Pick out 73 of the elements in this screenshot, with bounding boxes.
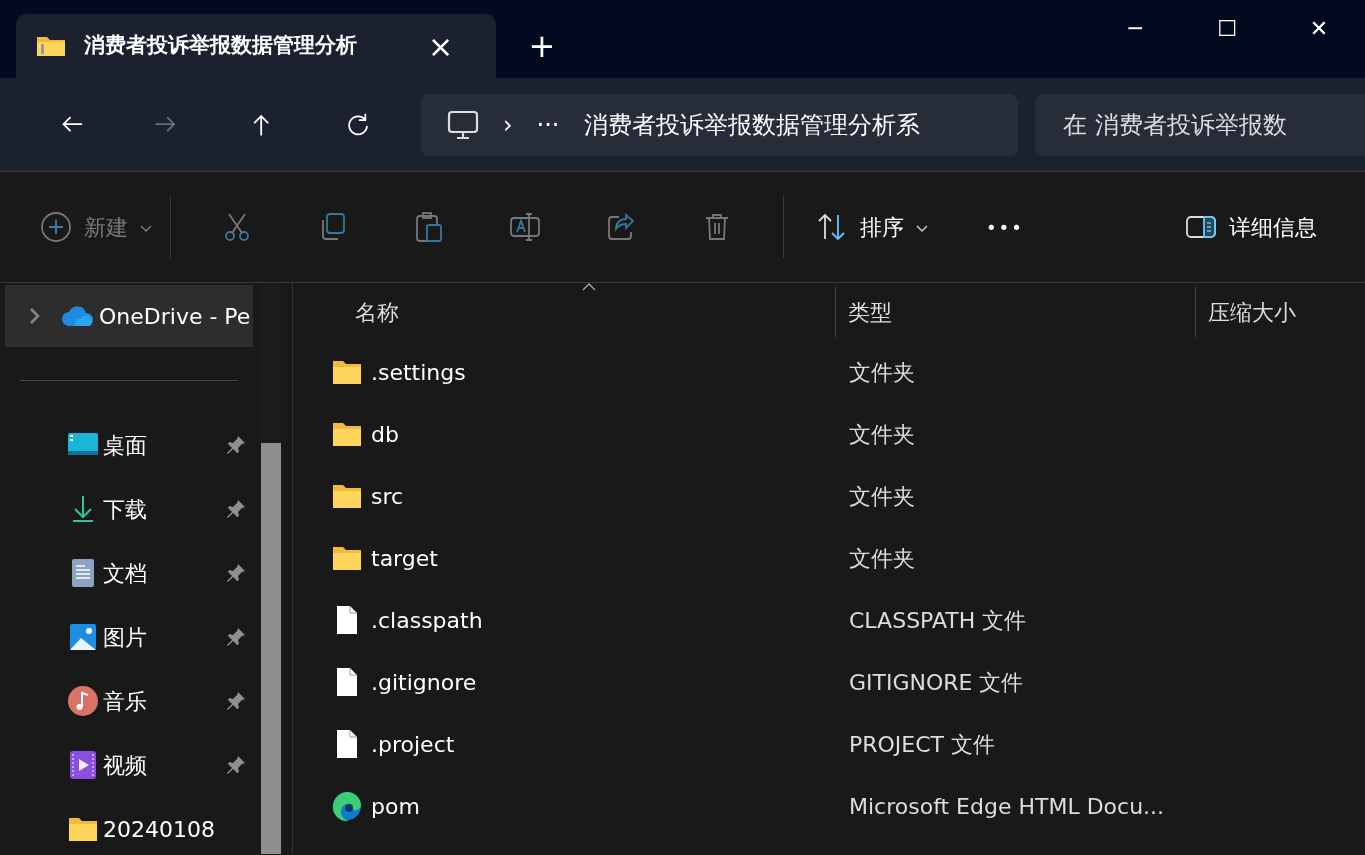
file-type: Microsoft Edge HTML Docu... [848,792,1165,821]
pin-icon [225,498,248,520]
file-row[interactable]: db 文件夹 [295,403,1365,465]
tab-title: 消费者投诉举报数据管理分析 [84,32,358,60]
file-name: .project [371,730,455,759]
file-row[interactable]: .classpath CLASSPATH 文件 [295,589,1365,651]
sidebar-item[interactable]: 下载 [0,477,254,541]
file-name: .classpath [371,606,483,635]
video-icon [67,749,99,781]
cloud-icon [61,305,95,327]
sidebar-item[interactable]: 图片 [0,605,254,669]
caret-icon [140,224,152,233]
sidebar-item[interactable]: 文档 [0,541,254,605]
rename-icon [509,211,541,243]
picture-icon [67,621,99,653]
new-tab-button[interactable]: + [525,28,559,64]
file-name: db [371,420,399,449]
chevron-icon [29,307,41,325]
clipboard-icon [413,211,445,243]
column-header[interactable]: 压缩大小 [1195,287,1365,337]
pin-icon [225,562,248,584]
file-row[interactable]: .project PROJECT 文件 [295,713,1365,775]
sort-ascending-icon [582,283,596,291]
browser-icon [331,790,363,822]
file-name: target [371,544,438,573]
file-row[interactable]: .settings 文件夹 [295,341,1365,403]
breadcrumb-separator[interactable]: › [503,106,513,143]
file-row[interactable]: .gitignore GITIGNORE 文件 [295,651,1365,713]
column-header[interactable]: 名称 [295,287,835,337]
share-icon [605,211,637,243]
file-name: pom [371,792,420,821]
plus-icon [40,211,72,243]
file-row[interactable]: src 文件夹 [295,465,1365,527]
scrollbar-thumb[interactable] [261,443,281,854]
breadcrumb-overflow[interactable]: ··· [536,106,560,143]
file-type: GITIGNORE 文件 [848,668,1024,697]
address-bar[interactable]: › ··· 消费者投诉举报数据管理分析系 [421,93,1018,156]
sidebar-item[interactable]: 20240108 [0,797,254,855]
more-button[interactable]: ••• [986,213,1024,241]
minimize-button[interactable]: ─ [1089,0,1181,56]
file-type: 文件夹 [848,544,915,573]
sidebar-item[interactable]: 桌面 [0,413,254,477]
column-header[interactable]: 类型 [835,287,1195,337]
maximize-button[interactable]: ☐ [1181,0,1273,56]
caret-icon [916,224,928,233]
file-name: .gitignore [371,668,477,697]
file-type: 文件夹 [848,420,915,449]
breadcrumb-item[interactable]: 消费者投诉举报数据管理分析系 [583,106,920,143]
tab[interactable]: 消费者投诉举报数据管理分析 × [16,14,496,78]
file-row[interactable]: pom Microsoft Edge HTML Docu... [295,775,1365,837]
computer-icon [447,108,479,141]
sidebar-item[interactable]: OneDrive - Pe [5,285,254,347]
close-button[interactable]: ✕ [1273,0,1365,56]
pin-icon [225,690,248,712]
sidebar-item[interactable]: 视频 [0,733,254,797]
pin-icon [225,626,248,648]
file-type: CLASSPATH 文件 [848,606,1027,635]
sort-button[interactable]: 排序 [816,197,928,257]
file-type: 文件夹 [848,358,915,387]
search-field[interactable]: 在 消费者投诉举报数 [1035,93,1365,156]
file-name: .settings [371,358,466,387]
folder-icon [36,34,66,58]
close-tab-button[interactable]: × [428,23,454,69]
sidebar-item[interactable]: 音乐 [0,669,254,733]
file-name: src [371,482,404,511]
sort-icon [816,211,848,243]
file-type: PROJECT 文件 [848,730,996,759]
pin-icon [225,434,248,456]
file-row[interactable]: target 文件夹 [295,527,1365,589]
file-type: 文件夹 [848,482,915,511]
pin-icon [225,754,248,776]
details-button[interactable]: 详细信息 [1185,197,1317,257]
music-icon [67,685,99,717]
